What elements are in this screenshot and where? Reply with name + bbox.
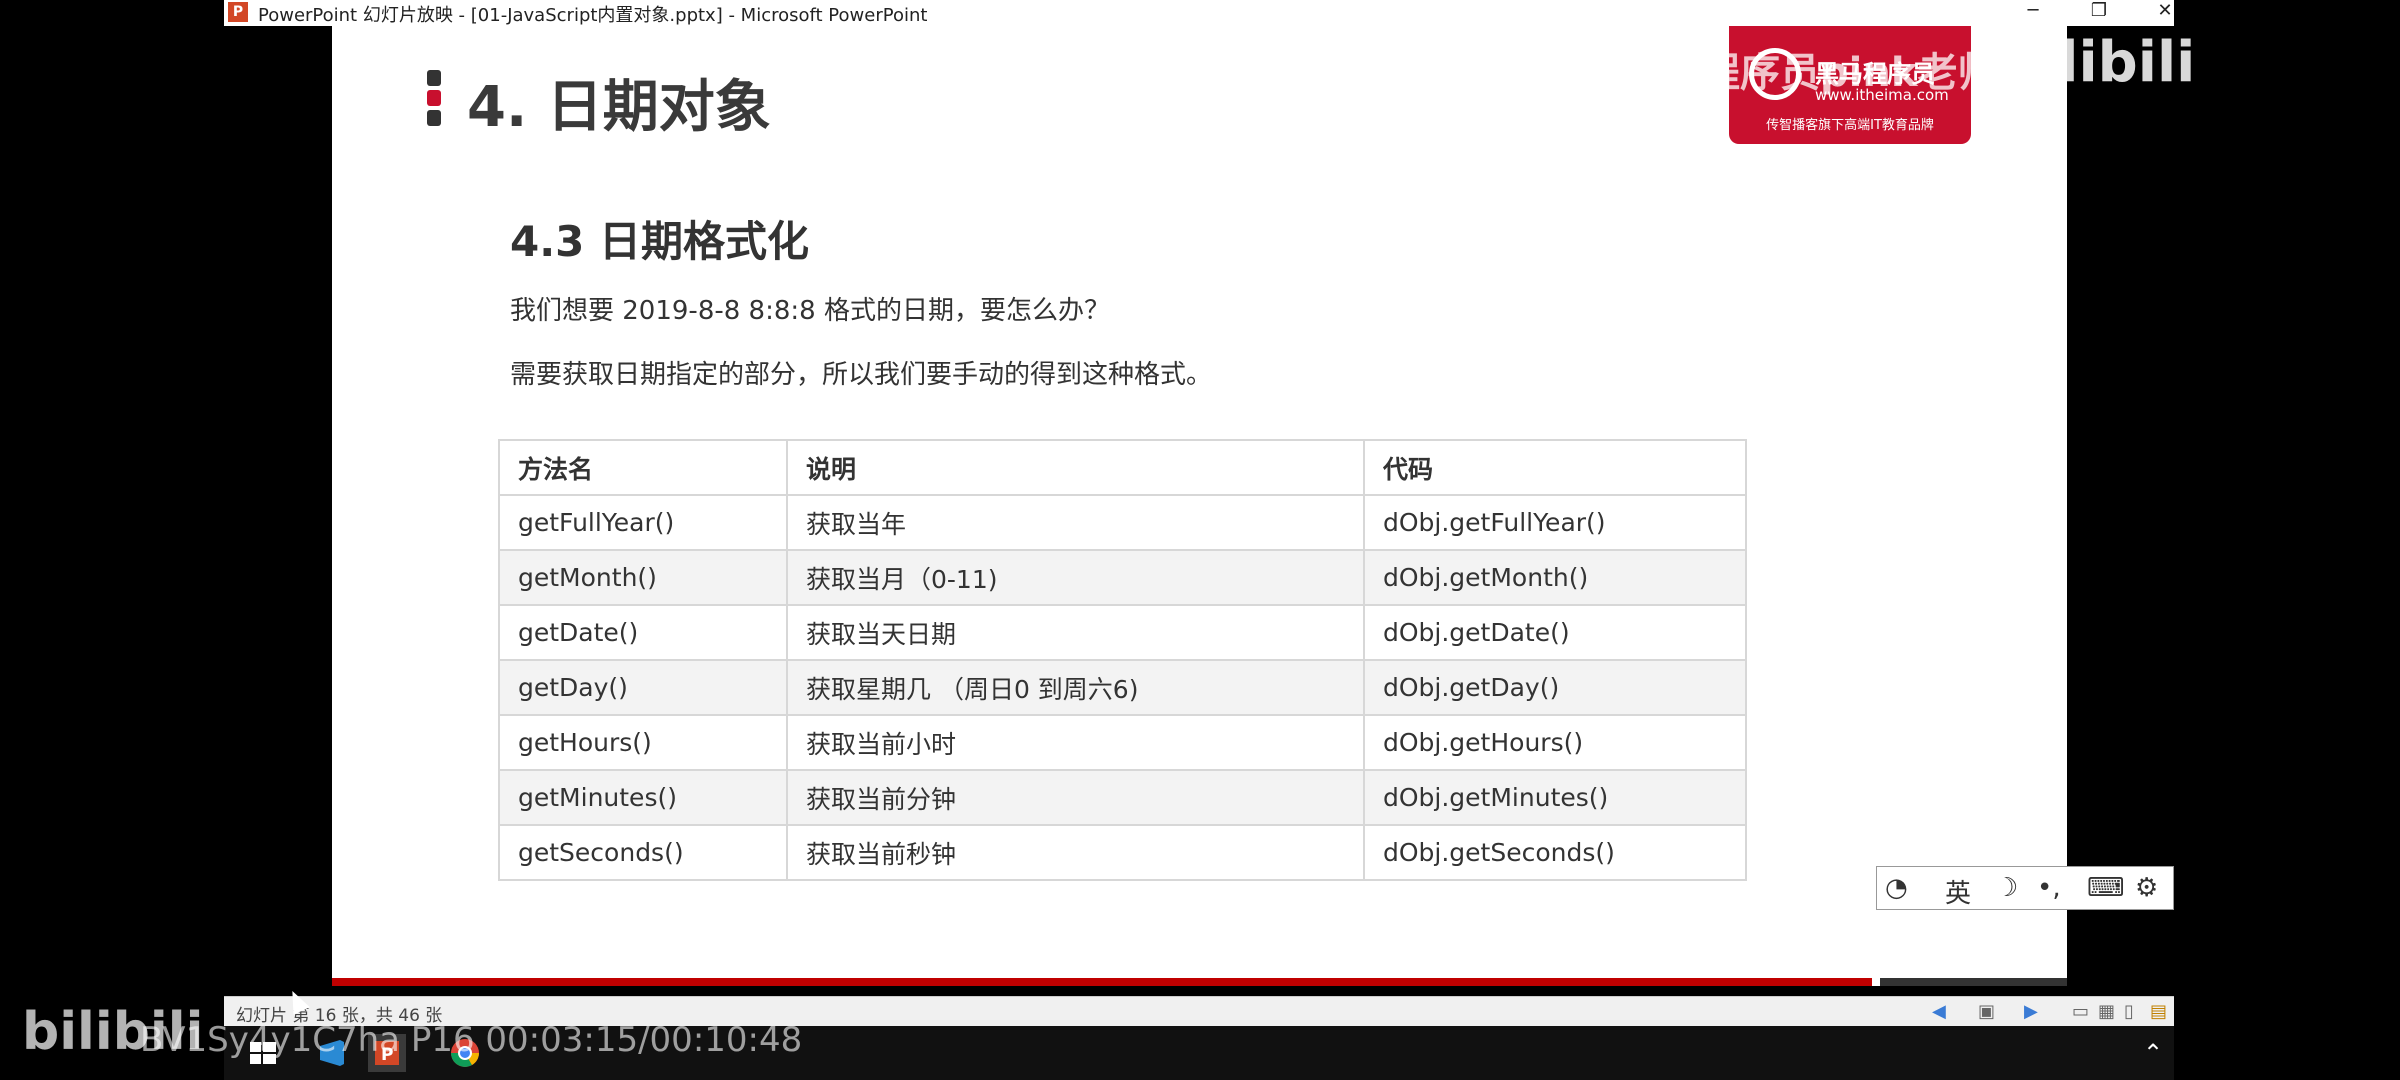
table-cell: getMinutes() xyxy=(498,769,788,826)
table-row: getHours() 获取当前小时 dObj.getHours() xyxy=(498,714,1747,771)
table-cell: 获取当前分钟 xyxy=(786,769,1365,826)
slide-menu-icon[interactable]: ▣ xyxy=(1978,1001,1995,1022)
powerpoint-icon: P xyxy=(228,2,248,22)
previous-slide-icon[interactable]: ◀ xyxy=(1932,1001,1946,1022)
normal-view-icon[interactable]: ▭ xyxy=(2072,1001,2089,1022)
chevron-up-icon[interactable]: ⌃ xyxy=(2134,1034,2172,1072)
slide-footer-bar xyxy=(332,978,1872,986)
column-header: 方法名 xyxy=(498,439,788,496)
table-cell: 获取当年 xyxy=(786,494,1365,551)
table-cell: 获取星期几 （周日0 到周六6) xyxy=(786,659,1365,716)
table-cell: 获取当月（0-11) xyxy=(786,549,1365,606)
window-title-bar: P PowerPoint 幻灯片放映 - [01-JavaScript内置对象.… xyxy=(224,0,2174,26)
heading-bullet-icon xyxy=(427,90,441,106)
table-row: getDay() 获取星期几 （周日0 到周六6) dObj.getDay() xyxy=(498,659,1747,716)
table-cell: getFullYear() xyxy=(498,494,788,551)
restore-button[interactable]: ❐ xyxy=(2076,0,2122,26)
heading-bullet-icon xyxy=(427,70,441,86)
table-cell: getMonth() xyxy=(498,549,788,606)
slide-footer-bar-dark xyxy=(1880,978,2067,986)
table-cell: 获取当天日期 xyxy=(786,604,1365,661)
table-cell: getSeconds() xyxy=(498,824,788,881)
table-row: getSeconds() 获取当前秒钟 dObj.getSeconds() xyxy=(498,824,1747,881)
slide-subheading: 4.3 日期格式化 xyxy=(510,217,810,266)
table-cell: 获取当前小时 xyxy=(786,714,1365,771)
table-cell: dObj.getMonth() xyxy=(1363,549,1747,606)
ime-logo-icon[interactable]: ◔ xyxy=(1885,873,1908,903)
slide: 4. 日期对象 黑马程序员 www.itheima.com 传智播客旗下高端IT… xyxy=(332,26,2067,986)
heading-bullet-icon xyxy=(427,110,441,126)
column-header: 代码 xyxy=(1363,439,1747,496)
table-cell: dObj.getDate() xyxy=(1363,604,1747,661)
settings-gear-icon[interactable]: ⚙ xyxy=(2135,873,2158,903)
table-row: getDate() 获取当天日期 dObj.getDate() xyxy=(498,604,1747,661)
bilibili-logo-top: bilibili xyxy=(2000,30,2196,95)
table-row: getMinutes() 获取当前分钟 dObj.getMinutes() xyxy=(498,769,1747,826)
slide-sorter-icon[interactable]: ▦ xyxy=(2098,1001,2115,1022)
table-cell: dObj.getHours() xyxy=(1363,714,1747,771)
table-cell: dObj.getDay() xyxy=(1363,659,1747,716)
minimize-button[interactable]: ─ xyxy=(2010,0,2056,26)
slide-paragraph-1: 我们想要 2019-8-8 8:8:8 格式的日期，要怎么办？ xyxy=(510,296,1110,326)
next-slide-icon[interactable]: ▶ xyxy=(2024,1001,2038,1022)
table-cell: getDate() xyxy=(498,604,788,661)
teacher-watermark: 黑马程序员pink老师 xyxy=(1620,50,1998,96)
right-black-margin xyxy=(2067,26,2174,986)
window-title: PowerPoint 幻灯片放映 - [01-JavaScript内置对象.pp… xyxy=(258,5,928,26)
slideshow-view-icon[interactable]: ▤ xyxy=(2150,1001,2167,1022)
ime-toolbar: ◔ 英 ☽ •, ⌨ ⚙ xyxy=(1876,866,2174,910)
table-cell: 获取当前秒钟 xyxy=(786,824,1365,881)
column-header: 说明 xyxy=(786,439,1365,496)
date-methods-table: 方法名 说明 代码 getFullYear() 获取当年 dObj.getFul… xyxy=(498,439,1747,881)
table-cell: dObj.getMinutes() xyxy=(1363,769,1747,826)
moon-icon[interactable]: ☽ xyxy=(1995,873,2018,903)
ime-language-toggle[interactable]: 英 xyxy=(1945,873,1971,910)
close-button[interactable]: ✕ xyxy=(2142,0,2188,26)
punctuation-icon[interactable]: •, xyxy=(2037,873,2061,903)
table-header-row: 方法名 说明 代码 xyxy=(498,439,1747,496)
table-cell: dObj.getFullYear() xyxy=(1363,494,1747,551)
table-row: getMonth() 获取当月（0-11) dObj.getMonth() xyxy=(498,549,1747,606)
table-cell: getHours() xyxy=(498,714,788,771)
table-row: getFullYear() 获取当年 dObj.getFullYear() xyxy=(498,494,1747,551)
table-cell: dObj.getSeconds() xyxy=(1363,824,1747,881)
table-cell: getDay() xyxy=(498,659,788,716)
slide-heading: 4. 日期对象 xyxy=(467,75,771,140)
video-info-overlay: BV1Sy4y1C7ha P16 00:03:15/00:10:48 xyxy=(140,1020,803,1060)
keyboard-icon[interactable]: ⌨ xyxy=(2087,873,2125,903)
reading-view-icon[interactable]: ▯ xyxy=(2124,1001,2134,1022)
slide-paragraph-2: 需要获取日期指定的部分，所以我们要手动的得到这种格式。 xyxy=(510,360,1213,390)
logo-slogan: 传智播客旗下高端IT教育品牌 xyxy=(1766,118,1934,133)
